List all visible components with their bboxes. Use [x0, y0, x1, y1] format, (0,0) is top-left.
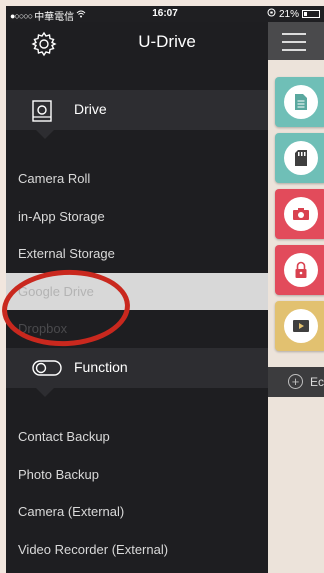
section-drive-label: Drive — [74, 101, 107, 117]
tile-sd-card[interactable] — [275, 133, 324, 183]
drive-icon — [32, 100, 52, 127]
sidebar-item-camera-roll[interactable]: Camera Roll — [6, 160, 268, 197]
tile-lock[interactable] — [275, 245, 324, 295]
document-icon — [284, 85, 318, 119]
plus-icon: + — [288, 374, 303, 389]
sidebar-header: U-Drive — [6, 22, 268, 64]
sidebar-item-google-drive[interactable]: Google Drive — [6, 273, 268, 310]
app-frame: ●○○○○ 中華電信 16:07 21% U-Drive Drive Camer… — [0, 0, 324, 573]
toggle-icon — [32, 360, 62, 381]
app-title: U-Drive — [138, 32, 196, 51]
tile-video[interactable] — [275, 301, 324, 351]
video-icon — [284, 309, 318, 343]
battery-percent: 21% — [278, 8, 299, 20]
sidebar-item-in-app-storage[interactable]: in-App Storage — [6, 198, 268, 235]
main-content-peek: + Ec — [268, 22, 324, 573]
sidebar-item-video-recorder-external[interactable]: Video Recorder (External) — [6, 531, 268, 568]
tile-documents[interactable] — [275, 77, 324, 127]
sidebar-item-external-storage[interactable]: External Storage — [6, 235, 268, 272]
section-pointer — [36, 388, 54, 397]
bottom-edit-label: Ec — [310, 375, 324, 389]
status-bar: ●○○○○ 中華電信 16:07 21% — [6, 6, 324, 23]
battery-icon — [302, 10, 320, 18]
orientation-lock-icon — [267, 8, 276, 20]
camera-icon — [284, 197, 318, 231]
bottom-edit-bar[interactable]: + Ec — [268, 367, 324, 397]
section-pointer — [36, 130, 54, 139]
sidebar-drawer: U-Drive Drive Camera Roll in-App Storage… — [0, 22, 268, 573]
status-right: 21% — [267, 8, 320, 20]
lock-icon — [284, 253, 318, 287]
sd-card-icon — [284, 141, 318, 175]
sidebar-item-photo-backup[interactable]: Photo Backup — [6, 456, 268, 493]
section-function: Function — [6, 348, 268, 397]
tile-camera[interactable] — [275, 189, 324, 239]
sidebar-item-camera-external[interactable]: Camera (External) — [6, 493, 268, 530]
sidebar-item-contact-backup[interactable]: Contact Backup — [6, 418, 268, 455]
sidebar-item-dropbox[interactable]: Dropbox — [6, 310, 268, 347]
section-function-label: Function — [74, 359, 128, 375]
section-drive: Drive — [6, 90, 268, 139]
main-topbar — [268, 22, 324, 60]
hamburger-menu-icon[interactable] — [282, 33, 306, 57]
